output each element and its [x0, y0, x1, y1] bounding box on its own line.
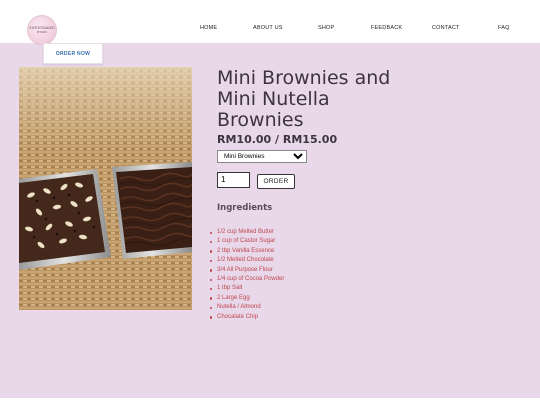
- ingredients-heading: Ingredients: [217, 203, 273, 213]
- list-item: 1/2 Melted Chocolate: [210, 256, 284, 265]
- variant-select[interactable]: Mini Brownies: [217, 150, 307, 163]
- nav-item-shop[interactable]: SHOP: [318, 25, 334, 31]
- list-item: 2 Large Egg: [210, 294, 284, 303]
- list-item: 1 tbp Salt: [210, 284, 284, 293]
- nav-item-home[interactable]: HOME: [200, 25, 217, 31]
- order-button[interactable]: ORDER: [257, 174, 295, 189]
- list-item: 3/4 All Purpose Flour: [210, 266, 284, 275]
- main-navigation: HOME ABOUT US SHOP FEEDBACK CONTACT FAQ: [0, 25, 540, 35]
- brownies-photo: [19, 67, 192, 310]
- list-item: 1 cup of Castor Sugar: [210, 237, 284, 246]
- product-price: RM10.00 / RM15.00: [217, 133, 338, 146]
- list-item: 2 tbp Vanilla Essence: [210, 247, 284, 256]
- nav-item-faq[interactable]: FAQ: [498, 25, 510, 31]
- nav-item-about-us[interactable]: ABOUT US: [253, 25, 283, 31]
- order-now-button[interactable]: ORDER NOW: [43, 43, 103, 64]
- ingredients-list: 1/2 cup Melted Butter 1 cup of Castor Su…: [210, 228, 284, 322]
- site-header: SWEETBAKED treats HOME ABOUT US SHOP FEE…: [0, 0, 540, 45]
- nav-item-feedback[interactable]: FEEDBACK: [371, 25, 402, 31]
- product-title: Mini Brownies and Mini Nutella Brownies: [217, 67, 391, 131]
- quantity-input[interactable]: 1: [217, 172, 250, 188]
- list-item: 1/2 cup Melted Butter: [210, 228, 284, 237]
- list-item: Chocalate Chip: [210, 313, 284, 322]
- product-image: [19, 67, 192, 310]
- page-footer-strip: [0, 398, 540, 405]
- list-item: 1/4 cup of Cocoa Powder: [210, 275, 284, 284]
- nav-item-contact[interactable]: CONTACT: [432, 25, 460, 31]
- list-item: Nutella / Almond: [210, 303, 284, 312]
